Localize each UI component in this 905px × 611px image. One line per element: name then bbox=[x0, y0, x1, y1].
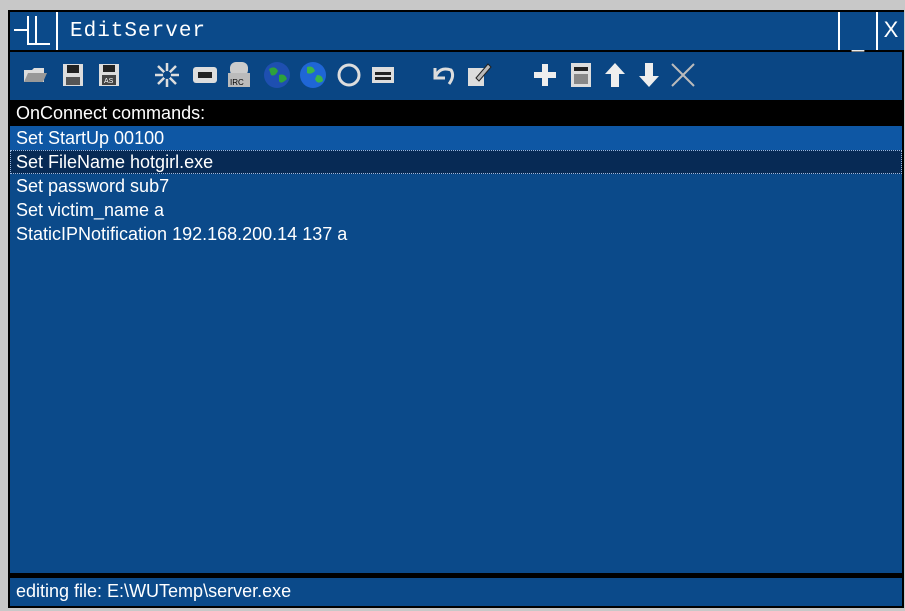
editserver-window: EditServer _ X AS IRC OnConnect commands… bbox=[8, 10, 904, 608]
list-item[interactable]: Set StartUp 00100 bbox=[10, 126, 902, 150]
calculator-icon[interactable] bbox=[566, 60, 596, 90]
settings-burst-icon[interactable] bbox=[152, 60, 182, 90]
card-icon[interactable] bbox=[190, 60, 220, 90]
svg-text:AS: AS bbox=[104, 78, 114, 85]
globe-green-icon[interactable] bbox=[262, 60, 292, 90]
irc-icon[interactable]: IRC bbox=[224, 60, 254, 90]
open-folder-icon[interactable] bbox=[20, 60, 50, 90]
toolbar: AS IRC bbox=[10, 52, 902, 100]
down-arrow-icon[interactable] bbox=[634, 60, 664, 90]
save-as-icon[interactable]: AS bbox=[94, 60, 124, 90]
list-item[interactable]: Set victim_name a bbox=[10, 198, 902, 222]
up-arrow-icon[interactable] bbox=[600, 60, 630, 90]
list-item[interactable]: Set password sub7 bbox=[10, 174, 902, 198]
circle-icon[interactable] bbox=[334, 60, 364, 90]
delete-icon[interactable] bbox=[668, 60, 698, 90]
title-bar[interactable]: EditServer _ X bbox=[10, 12, 904, 52]
list-item[interactable]: StaticIPNotification 192.168.200.14 137 … bbox=[10, 222, 902, 246]
add-icon[interactable] bbox=[530, 60, 560, 90]
window-menu-icon[interactable] bbox=[10, 12, 58, 50]
list-item[interactable]: Set FileName hotgirl.exe bbox=[10, 150, 902, 174]
command-list[interactable]: OnConnect commands: Set StartUp 00100 Se… bbox=[10, 100, 902, 573]
save-icon[interactable] bbox=[58, 60, 88, 90]
window-icon[interactable] bbox=[368, 60, 398, 90]
window-title: EditServer bbox=[70, 20, 207, 43]
status-bar: editing file: E:\WUTemp\server.exe bbox=[10, 576, 902, 606]
list-header: OnConnect commands: bbox=[10, 100, 902, 126]
undo-icon[interactable] bbox=[428, 60, 458, 90]
svg-text:IRC: IRC bbox=[230, 78, 244, 87]
minimize-button[interactable]: _ bbox=[838, 12, 876, 52]
close-button[interactable]: X bbox=[876, 12, 904, 50]
globe-blue-icon[interactable] bbox=[298, 60, 328, 90]
edit-icon[interactable] bbox=[464, 60, 494, 90]
